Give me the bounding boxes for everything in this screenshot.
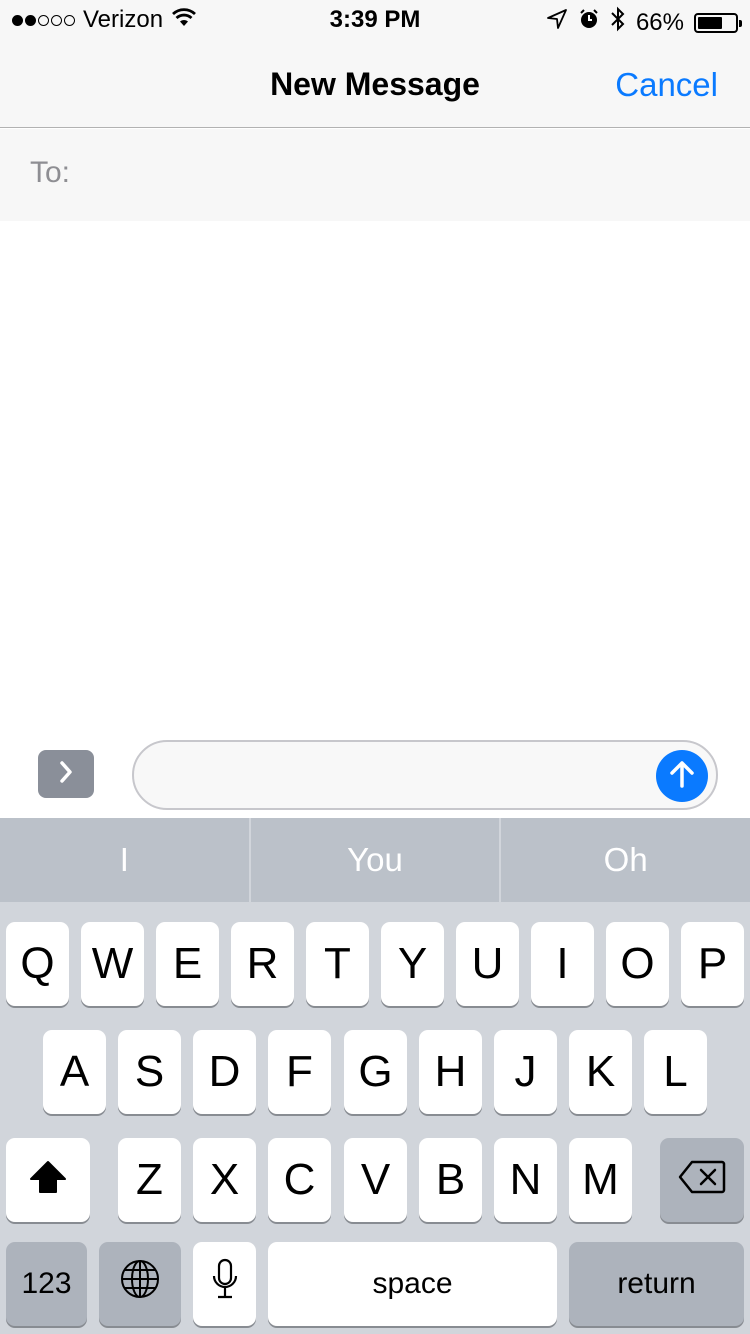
message-area (0, 221, 750, 731)
globe-icon (119, 1258, 161, 1311)
key[interactable]: U (456, 922, 519, 1006)
key[interactable]: W (81, 922, 144, 1006)
key[interactable]: P (681, 922, 744, 1006)
status-bar: Verizon 3:39 PM 66% (0, 0, 750, 40)
to-label: To: (30, 156, 71, 189)
shift-icon (29, 1155, 67, 1205)
recipient-field: To: (0, 129, 750, 221)
compose-bar (0, 731, 750, 818)
key[interactable]: J (494, 1030, 557, 1114)
bluetooth-icon (610, 6, 626, 39)
key[interactable]: Z (118, 1138, 181, 1222)
suggestion-item[interactable]: Oh (501, 818, 750, 902)
alarm-icon (578, 8, 600, 37)
key[interactable]: H (419, 1030, 482, 1114)
key[interactable]: V (344, 1138, 407, 1222)
message-input-container (132, 740, 718, 810)
key[interactable]: D (193, 1030, 256, 1114)
suggestion-item[interactable]: I (0, 818, 249, 902)
shift-key[interactable] (6, 1138, 90, 1222)
key[interactable]: E (156, 922, 219, 1006)
battery-fill (698, 16, 722, 29)
keyboard: Q W E R T Y U I O P A S D F G H J K L Z … (0, 902, 750, 1334)
arrow-up-icon (667, 758, 697, 795)
key[interactable]: M (569, 1138, 632, 1222)
key[interactable]: T (306, 922, 369, 1006)
navigation-bar: New Message Cancel (0, 40, 750, 128)
return-key[interactable]: return (569, 1242, 744, 1326)
location-icon (546, 8, 568, 37)
space-key[interactable]: space (268, 1242, 557, 1326)
suggestion-item[interactable]: You (251, 818, 500, 902)
globe-key[interactable] (99, 1242, 181, 1326)
key[interactable]: C (268, 1138, 331, 1222)
key[interactable]: R (231, 922, 294, 1006)
key[interactable]: L (644, 1030, 707, 1114)
predictive-text-bar: I You Oh (0, 818, 750, 902)
battery-percent: 66% (635, 8, 684, 36)
key[interactable]: G (344, 1030, 407, 1114)
status-right: 66% (546, 6, 742, 39)
dictation-key[interactable] (193, 1242, 256, 1326)
chevron-right-icon (58, 759, 74, 790)
key[interactable]: O (606, 922, 669, 1006)
battery-icon (694, 12, 742, 33)
numbers-key[interactable]: 123 (6, 1242, 87, 1326)
message-input[interactable] (154, 750, 654, 800)
key[interactable]: S (118, 1030, 181, 1114)
key[interactable]: I (531, 922, 594, 1006)
recipient-input[interactable] (90, 147, 730, 203)
new-message-screen: Verizon 3:39 PM 66% New Message Cancel T… (0, 0, 750, 1334)
key[interactable]: N (494, 1138, 557, 1222)
delete-key[interactable] (660, 1138, 744, 1222)
key[interactable]: B (419, 1138, 482, 1222)
backspace-icon (678, 1155, 726, 1205)
key[interactable]: F (268, 1030, 331, 1114)
expand-apps-button[interactable] (38, 750, 94, 798)
key[interactable]: A (43, 1030, 106, 1114)
key[interactable]: Y (381, 922, 444, 1006)
key[interactable]: Q (6, 922, 69, 1006)
key[interactable]: K (569, 1030, 632, 1114)
key[interactable]: X (193, 1138, 256, 1222)
send-button[interactable] (656, 750, 708, 802)
cancel-button[interactable]: Cancel (615, 66, 718, 104)
microphone-icon (211, 1258, 239, 1311)
